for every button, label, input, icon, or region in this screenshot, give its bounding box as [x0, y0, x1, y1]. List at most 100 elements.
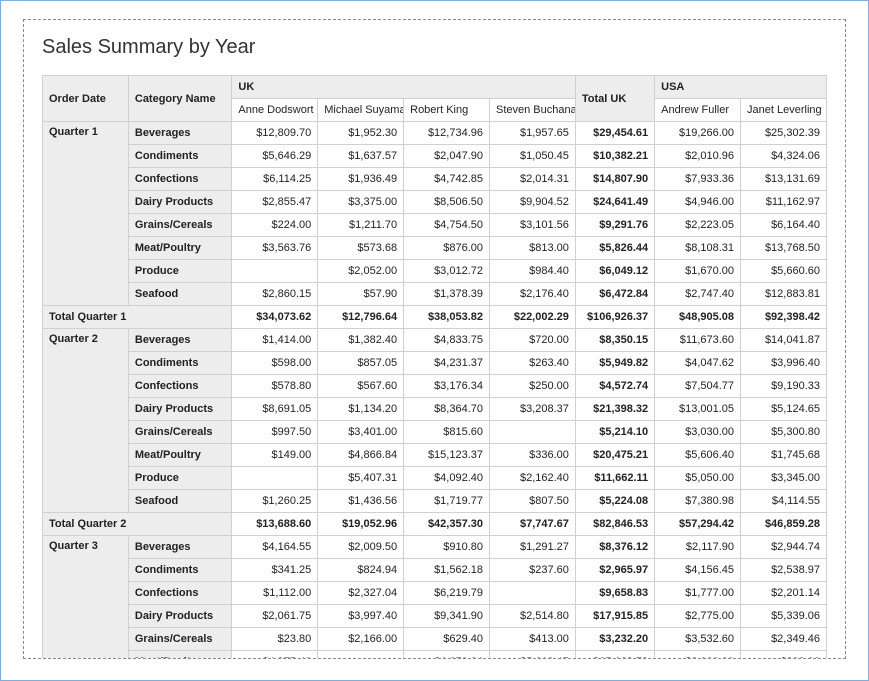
value-cell: $224.00 [232, 214, 318, 237]
value-cell: $1,291.27 [490, 536, 576, 559]
total-uk-cell: $20,475.21 [575, 444, 654, 467]
quarter-label: Quarter 3 [43, 536, 129, 660]
value-cell: $42,357.30 [404, 513, 490, 536]
category-cell: Grains/Cereals [128, 214, 232, 237]
value-cell: $2,061.75 [232, 605, 318, 628]
value-cell: $2,166.00 [318, 628, 404, 651]
value-cell: $15,123.37 [404, 444, 490, 467]
table-row: Produce$5,407.31$4,092.40$2,162.40$11,66… [43, 467, 827, 490]
total-uk-cell: $15,168.79 [575, 651, 654, 660]
value-cell: $2,855.47 [232, 191, 318, 214]
value-cell: $341.25 [232, 559, 318, 582]
value-cell: $4,156.45 [655, 559, 741, 582]
value-cell: $38,053.82 [404, 306, 490, 329]
value-cell: $1,414.00 [232, 329, 318, 352]
table-row: Confections$578.80$567.60$3,176.34$250.0… [43, 375, 827, 398]
value-cell: $3,030.00 [655, 421, 741, 444]
category-cell: Confections [128, 582, 232, 605]
value-cell: $6,219.79 [404, 582, 490, 605]
value-cell: $1,134.20 [318, 398, 404, 421]
value-cell: $573.68 [318, 237, 404, 260]
table-row: Condiments$5,646.29$1,637.57$2,047.90$1,… [43, 145, 827, 168]
category-cell: Confections [128, 168, 232, 191]
value-cell: $336.00 [490, 444, 576, 467]
value-cell: $4,875.40 [232, 651, 318, 660]
value-cell [318, 651, 404, 660]
value-cell: $1,436.56 [318, 490, 404, 513]
value-cell: $46,859.28 [741, 513, 827, 536]
value-cell: $1,777.00 [655, 582, 741, 605]
category-cell: Condiments [128, 145, 232, 168]
value-cell: $8,364.70 [404, 398, 490, 421]
total-uk-cell: $17,915.85 [575, 605, 654, 628]
value-cell: $3,401.00 [318, 421, 404, 444]
total-uk-cell: $5,949.82 [575, 352, 654, 375]
value-cell: $13,001.05 [655, 398, 741, 421]
category-cell: Meat/Poultry [128, 444, 232, 467]
value-cell: $2,223.05 [655, 214, 741, 237]
page-title: Sales Summary by Year [42, 36, 827, 59]
report-inner: Sales Summary by Year Order Date Categor… [23, 19, 846, 659]
value-cell: $3,208.37 [490, 398, 576, 421]
total-uk-cell: $11,662.11 [575, 467, 654, 490]
value-cell: $19,052.96 [318, 513, 404, 536]
value-cell: $857.05 [318, 352, 404, 375]
value-cell: $11,162.97 [741, 191, 827, 214]
value-cell [232, 467, 318, 490]
total-uk-cell: $21,398.32 [575, 398, 654, 421]
value-cell: $8,691.05 [232, 398, 318, 421]
table-row: Dairy Products$2,061.75$3,997.40$9,341.9… [43, 605, 827, 628]
value-cell: $1,260.25 [232, 490, 318, 513]
value-cell: $57.90 [318, 283, 404, 306]
value-cell: $2,900.00 [655, 651, 741, 660]
value-cell: $807.50 [490, 490, 576, 513]
value-cell: $629.40 [404, 628, 490, 651]
category-cell: Beverages [128, 329, 232, 352]
value-cell: $12,883.81 [741, 283, 827, 306]
total-uk-cell: $3,232.20 [575, 628, 654, 651]
value-cell: $13,131.69 [741, 168, 827, 191]
value-cell: $149.00 [232, 444, 318, 467]
value-cell: $4,833.75 [404, 329, 490, 352]
value-cell: $5,660.60 [741, 260, 827, 283]
category-cell: Condiments [128, 559, 232, 582]
category-cell: Condiments [128, 352, 232, 375]
sales-table: Order Date Category Name UK Total UK USA… [42, 75, 827, 659]
category-cell: Grains/Cereals [128, 628, 232, 651]
category-cell: Meat/Poultry [128, 651, 232, 660]
value-cell [232, 260, 318, 283]
value-cell: $4,742.85 [404, 168, 490, 191]
value-cell: $2,349.46 [741, 628, 827, 651]
table-row: Condiments$598.00$857.05$4,231.37$263.40… [43, 352, 827, 375]
total-uk-cell: $24,641.49 [575, 191, 654, 214]
category-cell: Beverages [128, 122, 232, 145]
value-cell: $8,506.50 [404, 191, 490, 214]
value-cell [490, 582, 576, 605]
value-cell: $3,532.60 [655, 628, 741, 651]
value-cell: $5,300.80 [741, 421, 827, 444]
value-cell: $3,563.76 [232, 237, 318, 260]
hdr-order-date: Order Date [43, 76, 129, 122]
total-uk-cell: $9,291.76 [575, 214, 654, 237]
value-cell: $2,747.40 [655, 283, 741, 306]
value-cell: $4,324.06 [741, 145, 827, 168]
category-cell: Confections [128, 375, 232, 398]
value-cell: $13,688.60 [232, 513, 318, 536]
total-label: Total Quarter 2 [43, 513, 232, 536]
value-cell: $92,398.42 [741, 306, 827, 329]
value-cell: $2,010.96 [655, 145, 741, 168]
category-cell: Grains/Cereals [128, 421, 232, 444]
value-cell: $578.80 [232, 375, 318, 398]
total-uk-cell: $10,382.21 [575, 145, 654, 168]
value-cell: $7,747.67 [490, 513, 576, 536]
value-cell: $2,047.90 [404, 145, 490, 168]
value-cell: $6,114.25 [232, 168, 318, 191]
value-cell: $720.00 [490, 329, 576, 352]
value-cell: $9,341.90 [404, 605, 490, 628]
total-uk-cell: $9,658.83 [575, 582, 654, 605]
hdr-group-uk: UK [232, 76, 576, 99]
value-cell: $1,112.00 [232, 582, 318, 605]
total-row: Total Quarter 2$13,688.60$19,052.96$42,3… [43, 513, 827, 536]
value-cell: $1,211.70 [318, 214, 404, 237]
quarter-label: Quarter 2 [43, 329, 129, 513]
